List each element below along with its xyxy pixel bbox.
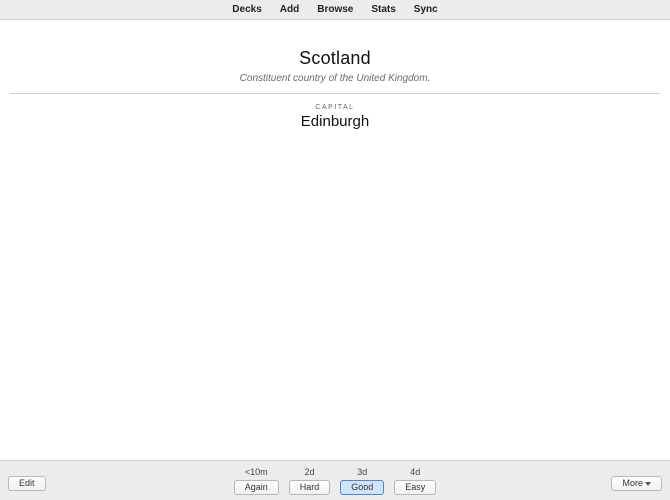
answer-buttons: <10m Again 2d Hard 3d Good 4d Easy bbox=[234, 467, 437, 495]
nav-decks[interactable]: Decks bbox=[232, 4, 261, 15]
card-answer-label: CAPITAL bbox=[0, 104, 670, 111]
interval-easy: 4d bbox=[410, 467, 420, 478]
chevron-down-icon bbox=[645, 482, 651, 486]
nav-stats[interactable]: Stats bbox=[371, 4, 395, 15]
nav-add[interactable]: Add bbox=[280, 4, 299, 15]
card-front-title: Scotland bbox=[0, 48, 670, 69]
card-front-subtitle: Constituent country of the United Kingdo… bbox=[0, 73, 670, 84]
good-button[interactable]: Good bbox=[340, 480, 384, 495]
card-answer-value: Edinburgh bbox=[0, 113, 670, 130]
interval-hard: 2d bbox=[304, 467, 314, 478]
card-answer-region: CAPITAL Edinburgh bbox=[0, 104, 670, 130]
card-divider bbox=[10, 93, 660, 94]
more-button-label: More bbox=[622, 478, 643, 488]
card-area: Scotland Constituent country of the Unit… bbox=[0, 20, 670, 460]
again-button[interactable]: Again bbox=[234, 480, 279, 495]
top-nav: Decks Add Browse Stats Sync bbox=[0, 0, 670, 20]
bottom-bar: Edit <10m Again 2d Hard 3d Good 4d Easy … bbox=[0, 460, 670, 500]
more-button[interactable]: More bbox=[611, 476, 662, 491]
interval-good: 3d bbox=[357, 467, 367, 478]
edit-button[interactable]: Edit bbox=[8, 476, 46, 491]
nav-browse[interactable]: Browse bbox=[317, 4, 353, 15]
interval-again: <10m bbox=[245, 467, 268, 478]
easy-button[interactable]: Easy bbox=[394, 480, 436, 495]
hard-button[interactable]: Hard bbox=[289, 480, 331, 495]
nav-sync[interactable]: Sync bbox=[414, 4, 438, 15]
